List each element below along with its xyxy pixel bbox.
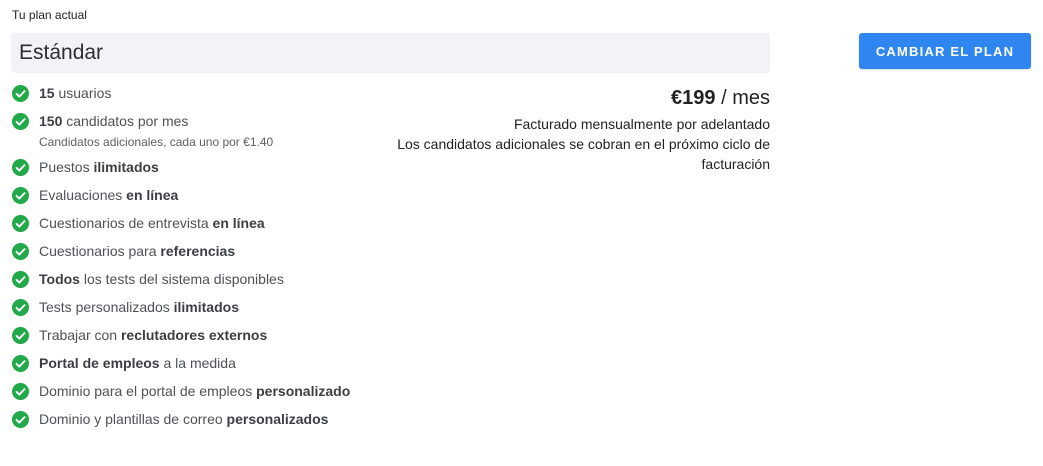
feature-item: Evaluaciones en línea (12, 186, 372, 205)
feature-text: Cuestionarios para referencias (39, 242, 235, 261)
check-circle-icon (12, 299, 29, 316)
feature-content: Cuestionarios para referencias (39, 242, 235, 261)
feature-content: Cuestionarios de entrevista en línea (39, 214, 265, 233)
feature-text-bold: personalizado (256, 383, 351, 399)
feature-content: Dominio y plantillas de correo personali… (39, 410, 328, 429)
feature-item: 150 candidatos por mes Candidatos adicion… (12, 112, 372, 149)
feature-text: Evaluaciones en línea (39, 186, 178, 205)
check-circle-icon (12, 355, 29, 372)
change-plan-button[interactable]: CAMBIAR EL PLAN (859, 33, 1031, 69)
check-circle-icon (12, 243, 29, 260)
check-circle-icon (12, 411, 29, 428)
feature-item: Cuestionarios de entrevista en línea (12, 214, 372, 233)
feature-text-bold: Portal de empleos (39, 355, 160, 371)
feature-text: 15 usuarios (39, 84, 111, 103)
feature-content: Evaluaciones en línea (39, 186, 178, 205)
feature-item: Tests personalizados ilimitados (12, 298, 372, 317)
feature-text: Trabajar con reclutadores externos (39, 326, 267, 345)
feature-text: Portal de empleos a la medida (39, 354, 236, 373)
feature-text-bold: referencias (160, 243, 236, 259)
feature-text-bold: 15 (39, 85, 55, 101)
check-circle-icon (12, 187, 29, 204)
price-period: / mes (715, 87, 770, 109)
feature-text-pre: Cuestionarios para (39, 243, 161, 259)
feature-text-pre: Puestos (39, 159, 94, 175)
feature-text-bold: 150 (39, 113, 63, 129)
feature-content: 150 candidatos por mes Candidatos adicion… (39, 112, 273, 149)
feature-content: 15 usuarios (39, 84, 111, 103)
feature-item: Dominio para el portal de empleos person… (12, 382, 372, 401)
feature-item: Puestos ilimitados (12, 158, 372, 177)
check-circle-icon (12, 113, 29, 130)
feature-text: Dominio y plantillas de correo personali… (39, 410, 328, 429)
billing-line-monthly: Facturado mensualmente por adelantado (513, 116, 770, 132)
price: €199 / mes (370, 86, 770, 110)
current-plan-label: Tu plan actual (12, 8, 87, 22)
feature-text-pre: Evaluaciones (39, 187, 127, 203)
feature-text: Dominio para el portal de empleos person… (39, 382, 350, 401)
feature-text-bold: Todos (39, 271, 80, 287)
feature-content: Portal de empleos a la medida (39, 354, 236, 373)
feature-content: Todos los tests del sistema disponibles (39, 270, 284, 289)
feature-text-post: a la medida (159, 355, 236, 371)
feature-content: Puestos ilimitados (39, 158, 159, 177)
feature-text: Tests personalizados ilimitados (39, 298, 239, 317)
feature-list: 15 usuarios 150 candidatos por mes Candida… (12, 84, 372, 438)
billing-line-extra-candidates: Los candidatos adicionales se cobran en … (397, 136, 770, 172)
feature-text-bold: reclutadores externos (120, 327, 268, 343)
check-circle-icon (12, 85, 29, 102)
feature-text-bold: en línea (126, 187, 179, 203)
feature-note: Candidatos adicionales, cada uno por €1.… (39, 135, 274, 149)
feature-text-bold: ilimitados (173, 299, 239, 315)
feature-item: Cuestionarios para referencias (12, 242, 372, 261)
feature-item: Todos los tests del sistema disponibles (12, 270, 372, 289)
feature-text: Cuestionarios de entrevista en línea (39, 214, 265, 233)
feature-item: Trabajar con reclutadores externos (12, 326, 372, 345)
check-circle-icon (12, 215, 29, 232)
check-circle-icon (12, 327, 29, 344)
feature-text: 150 candidatos por mes (39, 112, 273, 131)
feature-text: Puestos ilimitados (39, 158, 159, 177)
feature-text-pre: Dominio y plantillas de correo (39, 411, 227, 427)
feature-item: Dominio y plantillas de correo personali… (12, 410, 372, 429)
feature-text-post: los tests del sistema disponibles (79, 271, 284, 287)
feature-text-post: candidatos por mes (62, 113, 189, 129)
feature-text-bold: ilimitados (93, 159, 159, 175)
feature-text-pre: Cuestionarios de entrevista (39, 215, 213, 231)
feature-text-pre: Tests personalizados (39, 299, 174, 315)
feature-text-bold: en línea (212, 215, 265, 231)
billing-info: Facturado mensualmente por adelantado Lo… (370, 114, 770, 174)
feature-text-pre: Dominio para el portal de empleos (39, 383, 257, 399)
feature-text-bold: personalizados (226, 411, 329, 427)
feature-text-pre: Trabajar con (39, 327, 121, 343)
feature-text-post: usuarios (54, 85, 112, 101)
plan-name: Estándar (19, 41, 104, 64)
feature-content: Dominio para el portal de empleos person… (39, 382, 350, 401)
check-circle-icon (12, 271, 29, 288)
price-amount: €199 (671, 87, 716, 109)
feature-item: 15 usuarios (12, 84, 372, 103)
feature-content: Trabajar con reclutadores externos (39, 326, 267, 345)
feature-content: Tests personalizados ilimitados (39, 298, 239, 317)
feature-text: Todos los tests del sistema disponibles (39, 270, 284, 289)
check-circle-icon (12, 159, 29, 176)
plan-name-box: Estándar (11, 33, 770, 73)
price-block: €199 / mes Facturado mensualmente por ad… (370, 86, 770, 174)
feature-item: Portal de empleos a la medida (12, 354, 372, 373)
check-circle-icon (12, 383, 29, 400)
